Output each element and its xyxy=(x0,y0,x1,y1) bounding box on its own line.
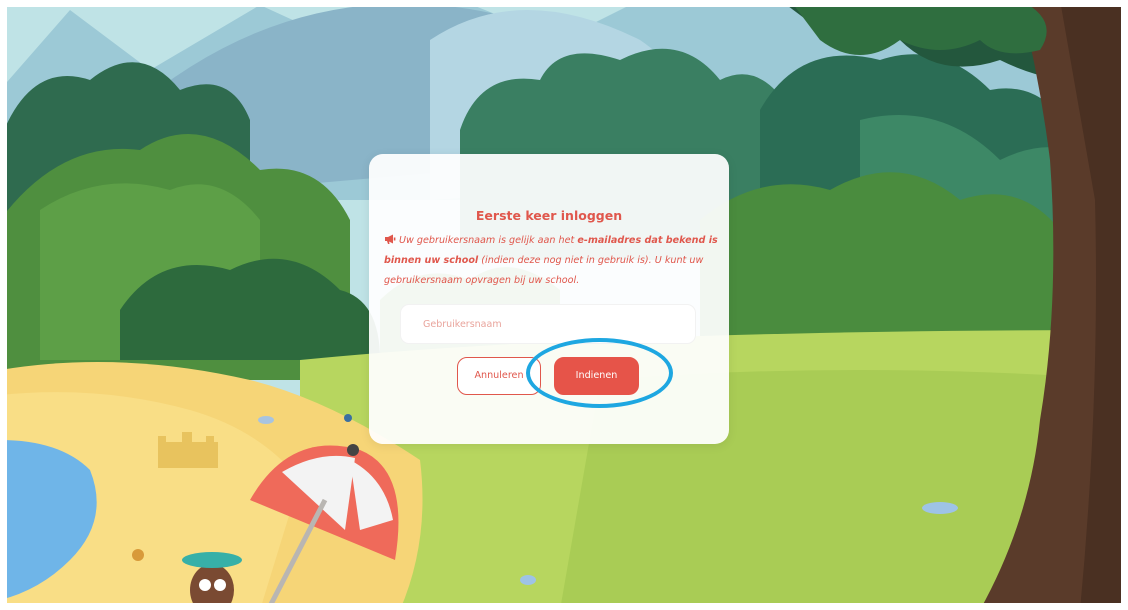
first-login-dialog: Eerste keer inloggen Uw gebruikersnaam i… xyxy=(369,154,729,444)
megaphone-icon xyxy=(384,231,396,251)
dialog-message: Uw gebruikersnaam is gelijk aan het e-ma… xyxy=(384,231,719,291)
dialog-title: Eerste keer inloggen xyxy=(475,208,623,223)
username-input[interactable] xyxy=(401,305,695,343)
submit-button[interactable]: Indienen xyxy=(554,357,639,395)
cancel-button[interactable]: Annuleren xyxy=(457,357,541,395)
message-text-part1: Uw gebruikersnaam is gelijk aan het xyxy=(399,235,578,246)
